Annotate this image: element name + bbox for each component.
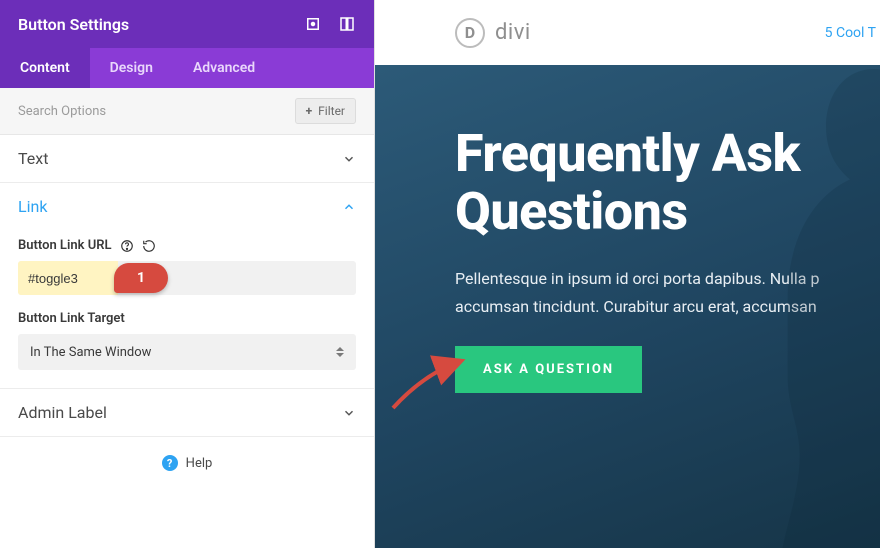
hero-title-line2: Questions (455, 181, 688, 242)
panel-header-actions (304, 15, 356, 33)
chevron-up-icon (342, 200, 356, 214)
panel-tabs: Content Design Advanced (0, 48, 374, 88)
panel-header: Button Settings (0, 0, 374, 48)
ask-question-button[interactable]: ASK A QUESTION (455, 346, 642, 393)
hero-section: Frequently Ask Questions Pellentesque in… (375, 65, 880, 548)
logo-mark-icon: D (455, 18, 485, 48)
section-text: Text (0, 135, 374, 183)
section-link-header[interactable]: Link (0, 183, 374, 230)
chevron-down-icon (342, 152, 356, 166)
section-text-header[interactable]: Text (0, 135, 374, 182)
button-link-target-label: Button Link Target (18, 311, 125, 326)
section-link-body: Button Link URL 1 Button Link Target (0, 230, 374, 388)
search-options-label[interactable]: Search Options (18, 104, 106, 119)
help-row[interactable]: ? Help (0, 437, 374, 489)
section-admin-label-header[interactable]: Admin Label (0, 389, 374, 436)
annotation-badge-1: 1 (114, 263, 168, 293)
nav-link-cool[interactable]: 5 Cool T (825, 0, 880, 65)
filter-button[interactable]: + Filter (295, 98, 356, 124)
button-link-url-input[interactable] (28, 271, 108, 286)
panel-title: Button Settings (18, 15, 129, 34)
button-link-target-select[interactable]: In The Same Window (18, 334, 356, 370)
tab-advanced[interactable]: Advanced (173, 48, 275, 88)
reset-icon[interactable] (142, 239, 156, 253)
expand-icon[interactable] (338, 15, 356, 33)
section-text-title: Text (18, 149, 48, 168)
responsive-view-icon[interactable] (304, 15, 322, 33)
preview-topbar: D divi (375, 0, 880, 65)
help-circle-icon: ? (162, 455, 178, 471)
help-icon[interactable] (120, 239, 134, 253)
tab-design[interactable]: Design (90, 48, 173, 88)
plus-icon: + (306, 104, 313, 118)
filter-label: Filter (318, 104, 345, 118)
tab-content[interactable]: Content (0, 48, 90, 88)
section-link-title: Link (18, 197, 47, 216)
select-caret-icon (336, 347, 344, 357)
background-silhouette (710, 65, 880, 548)
annotation-badge-1-number: 1 (137, 270, 145, 286)
logo-text: divi (495, 20, 531, 45)
button-link-url-highlight (18, 261, 118, 295)
button-link-url-label-row: Button Link URL (18, 238, 356, 253)
help-label: Help (186, 456, 213, 471)
section-link: Link Button Link URL 1 (0, 183, 374, 389)
button-link-target-value: In The Same Window (30, 345, 151, 360)
settings-panel: Button Settings Content Design Advanced … (0, 0, 375, 548)
button-link-url-input-row: 1 (18, 261, 356, 295)
section-admin-label-title: Admin Label (18, 403, 107, 422)
section-admin-label: Admin Label (0, 389, 374, 437)
site-logo[interactable]: D divi (455, 18, 531, 48)
chevron-down-icon (342, 406, 356, 420)
search-row: Search Options + Filter (0, 88, 374, 135)
button-link-url-label: Button Link URL (18, 238, 112, 253)
button-link-target-label-row: Button Link Target (18, 311, 356, 326)
